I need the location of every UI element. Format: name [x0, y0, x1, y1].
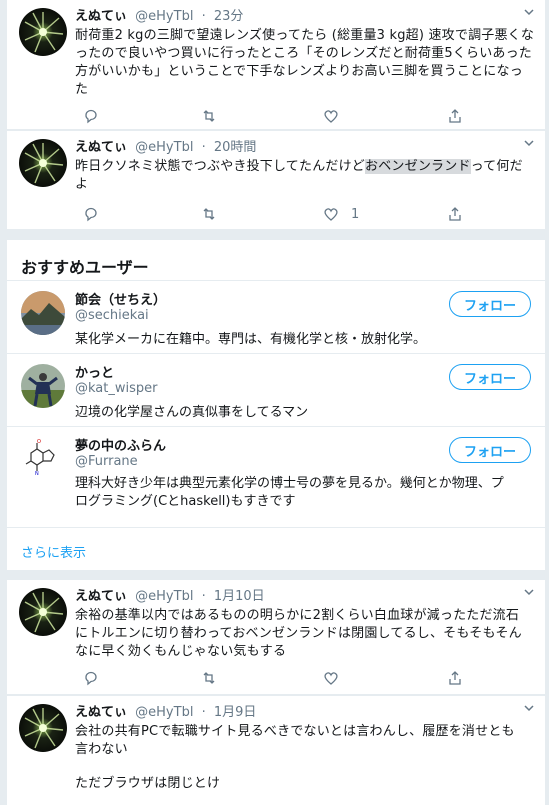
show-more-link[interactable]: さらに表示 — [7, 527, 545, 569]
user-bio: 某化学メーカに在籍中。専門は、有機化学と核・放射化学。 — [75, 332, 427, 347]
user-handle[interactable]: @eHyTbl — [135, 589, 193, 604]
tweet-actions — [75, 106, 475, 126]
reply-icon[interactable] — [83, 668, 99, 688]
user-handle[interactable]: @eHyTbl — [135, 9, 193, 24]
tweet[interactable]: えぬてぃ @eHyTbl · 20時間 昨日クソネミ状態でつぶやき投下してたんだ… — [7, 131, 545, 230]
like-button[interactable]: 1 — [323, 204, 359, 224]
user-name[interactable]: えぬてぃ — [75, 589, 127, 604]
avatar[interactable] — [21, 291, 65, 335]
user-name[interactable]: 節会（せちえ） — [75, 289, 166, 308]
like-icon — [324, 208, 338, 221]
user-card[interactable]: かっと @kat_wisper 辺境の化学屋さんの真似事をしてるマン フォロー — [7, 353, 545, 426]
tweet-time[interactable]: 23分 — [214, 9, 244, 24]
avatar[interactable] — [19, 588, 67, 636]
avatar[interactable]: O N — [21, 437, 65, 481]
tweet-header: えぬてぃ @eHyTbl · 20時間 — [75, 140, 257, 155]
chevron-down-icon[interactable] — [523, 702, 535, 717]
avatar[interactable] — [19, 8, 67, 56]
follow-button[interactable]: フォロー — [449, 437, 531, 463]
user-name[interactable]: えぬてぃ — [75, 9, 127, 24]
share-icon[interactable] — [447, 668, 463, 688]
user-name[interactable]: えぬてぃ — [75, 140, 127, 155]
user-handle[interactable]: @Furrane — [75, 454, 138, 469]
follow-button[interactable]: フォロー — [449, 291, 531, 317]
tweet-header: えぬてぃ @eHyTbl · 23分 — [75, 9, 244, 24]
tweet-time[interactable]: 1月9日 — [214, 705, 257, 720]
tweet-header: えぬてぃ @eHyTbl · 1月10日 — [75, 589, 265, 604]
svg-text:N: N — [35, 471, 39, 477]
tweet-text: 昨日クソネミ状態でつぶやき投下してたんだけどおベンゼンランドって何だよ — [75, 158, 535, 194]
avatar[interactable] — [19, 139, 67, 187]
share-icon[interactable] — [447, 204, 463, 224]
user-handle[interactable]: @kat_wisper — [75, 381, 157, 396]
user-name[interactable]: 夢の中のふらん — [75, 435, 166, 454]
tweet-time[interactable]: 1月10日 — [214, 589, 265, 604]
tweet[interactable]: えぬてぃ @eHyTbl · 1月9日 会社の共有PCで転職サイト見るべきでない… — [7, 696, 545, 805]
user-bio: 辺境の化学屋さんの真似事をしてるマン — [75, 405, 309, 420]
recommended-users: おすすめユーザー 節会（せちえ） @sechiekai 某化学メーカに在籍中。専… — [7, 240, 545, 570]
tweet[interactable]: えぬてぃ @eHyTbl · 1月10日 余裕の基準以内ではあるものの明らかに2… — [7, 580, 545, 695]
tweet-text-before: 昨日クソネミ状態でつぶやき投下してたんだけど — [75, 159, 366, 174]
tweet-actions: 1 — [75, 204, 475, 224]
follow-button[interactable]: フォロー — [449, 364, 531, 390]
user-card[interactable]: O N 夢の中のふらん @Furrane 理科大好き少年は典型元素化学の博士号の… — [7, 426, 545, 527]
user-handle[interactable]: @sechiekai — [75, 308, 149, 323]
reply-icon[interactable] — [83, 106, 99, 126]
tweet-text-line2: ただブラウザは閉じとけ — [75, 776, 221, 791]
user-handle[interactable]: @eHyTbl — [135, 705, 193, 720]
chevron-down-icon[interactable] — [523, 586, 535, 601]
user-card[interactable]: 節会（せちえ） @sechiekai 某化学メーカに在籍中。専門は、有機化学と核… — [7, 280, 545, 353]
retweet-icon[interactable] — [201, 668, 217, 688]
reply-icon[interactable] — [83, 204, 99, 224]
user-name[interactable]: かっと — [75, 362, 114, 381]
avatar[interactable] — [19, 704, 67, 752]
user-name[interactable]: えぬてぃ — [75, 705, 127, 720]
highlighted-text: おベンゼンランド — [365, 159, 471, 174]
tweet-text: 耐荷重2 kgの三脚で望遠レンズ使ってたら (総重量3 kg超) 速攻で調子悪く… — [75, 28, 535, 97]
show-more-label[interactable]: さらに表示 — [21, 542, 86, 561]
chevron-down-icon[interactable] — [523, 137, 535, 152]
user-bio: 理科大好き少年は典型元素化学の博士号の夢を見るか。幾何とか物理、プログラミング(… — [75, 476, 504, 509]
tweet-time[interactable]: 20時間 — [214, 140, 257, 155]
section-title: おすすめユーザー — [21, 258, 149, 277]
tweet[interactable]: えぬてぃ @eHyTbl · 23分 耐荷重2 kgの三脚で望遠レンズ使ってたら… — [7, 0, 545, 130]
tweet-text: 会社の共有PCで転職サイト見るべきでないとは言わんし、履歴を消せとも言わない — [75, 724, 515, 757]
svg-text:O: O — [37, 439, 41, 445]
like-icon[interactable] — [323, 106, 339, 126]
share-icon[interactable] — [447, 106, 463, 126]
tweet-actions — [75, 668, 475, 688]
like-count: 1 — [351, 206, 360, 222]
like-icon[interactable] — [323, 668, 339, 688]
tweet-header: えぬてぃ @eHyTbl · 1月9日 — [75, 705, 257, 720]
retweet-icon[interactable] — [201, 106, 217, 126]
timeline-column: えぬてぃ @eHyTbl · 23分 耐荷重2 kgの三脚で望遠レンズ使ってたら… — [7, 0, 545, 805]
retweet-icon[interactable] — [201, 204, 217, 224]
avatar[interactable] — [21, 364, 65, 408]
tweet-text: 余裕の基準以内ではあるものの明らかに2割くらい白血球が減ったただ流石にトルエンに… — [75, 608, 522, 659]
user-handle[interactable]: @eHyTbl — [135, 140, 193, 155]
chevron-down-icon[interactable] — [523, 6, 535, 21]
